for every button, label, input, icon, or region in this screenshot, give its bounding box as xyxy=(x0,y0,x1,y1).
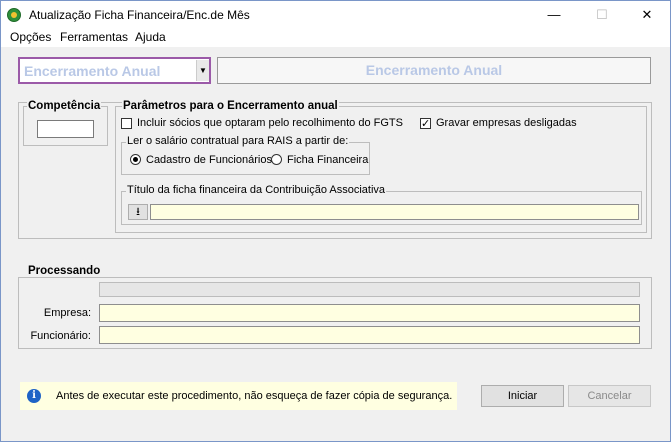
menu-ferramentas[interactable]: Ferramentas xyxy=(60,30,128,44)
app-logo-icon xyxy=(7,8,21,22)
funcionario-label: Funcionário: xyxy=(30,330,91,342)
minimize-button[interactable]: — xyxy=(531,1,577,28)
info-icon: i xyxy=(27,389,41,403)
gravar-desligadas-label: Gravar empresas desligadas xyxy=(436,117,577,129)
iniciar-button[interactable]: Iniciar xyxy=(481,385,564,407)
cancelar-button[interactable]: Cancelar xyxy=(568,385,651,407)
close-button[interactable]: ✕ xyxy=(624,1,670,28)
window-title: Atualização Ficha Financeira/Enc.de Mês xyxy=(29,8,250,22)
radio-ficha-financeira-label: Ficha Financeira xyxy=(287,154,369,166)
menu-ajuda[interactable]: Ajuda xyxy=(135,30,166,44)
radio-ficha-financeira[interactable] xyxy=(271,154,282,165)
funcionario-field xyxy=(99,326,640,344)
mode-select-value: Encerramento Anual xyxy=(24,63,161,79)
main-window: Atualização Ficha Financeira/Enc.de Mês … xyxy=(0,0,671,442)
radio-cadastro-funcionarios-label: Cadastro de Funcionários xyxy=(146,154,272,166)
incluir-socios-label: Incluir sócios que optaram pelo recolhim… xyxy=(137,117,403,129)
mode-select[interactable]: Encerramento Anual ▼ xyxy=(18,57,211,84)
radio-cadastro-funcionarios[interactable] xyxy=(130,154,141,165)
menu-opcoes[interactable]: Opções xyxy=(10,30,51,44)
rais-label: Ler o salário contratual para RAIS a par… xyxy=(126,135,350,147)
info-text: Antes de executar este procedimento, não… xyxy=(56,390,453,402)
titulo-ficha-input[interactable] xyxy=(150,204,639,220)
mode-title: Encerramento Anual xyxy=(365,62,503,78)
progress-bar xyxy=(99,282,640,297)
competencia-label: Competência xyxy=(27,100,102,112)
titulo-ficha-label: Título da ficha financeira da Contribuiç… xyxy=(126,184,387,196)
info-bar: i Antes de executar este procedimento, n… xyxy=(20,382,457,410)
gravar-desligadas-checkbox[interactable]: ✓ xyxy=(420,118,431,130)
title-bar: Atualização Ficha Financeira/Enc.de Mês … xyxy=(1,1,670,28)
incluir-socios-checkbox[interactable] xyxy=(121,118,132,129)
empresa-field xyxy=(99,304,640,322)
dropdown-arrow-icon[interactable]: ▼ xyxy=(196,60,209,81)
processando-label: Processando xyxy=(27,265,102,277)
mode-title-panel: Encerramento Anual xyxy=(217,57,651,84)
maximize-button[interactable]: ☐ xyxy=(579,1,625,28)
empresa-label: Empresa: xyxy=(43,307,91,319)
parametros-label: Parâmetros para o Encerramento anual xyxy=(122,100,339,112)
competencia-input[interactable] xyxy=(37,120,94,138)
download-icon[interactable]: ⭳ xyxy=(128,204,148,220)
